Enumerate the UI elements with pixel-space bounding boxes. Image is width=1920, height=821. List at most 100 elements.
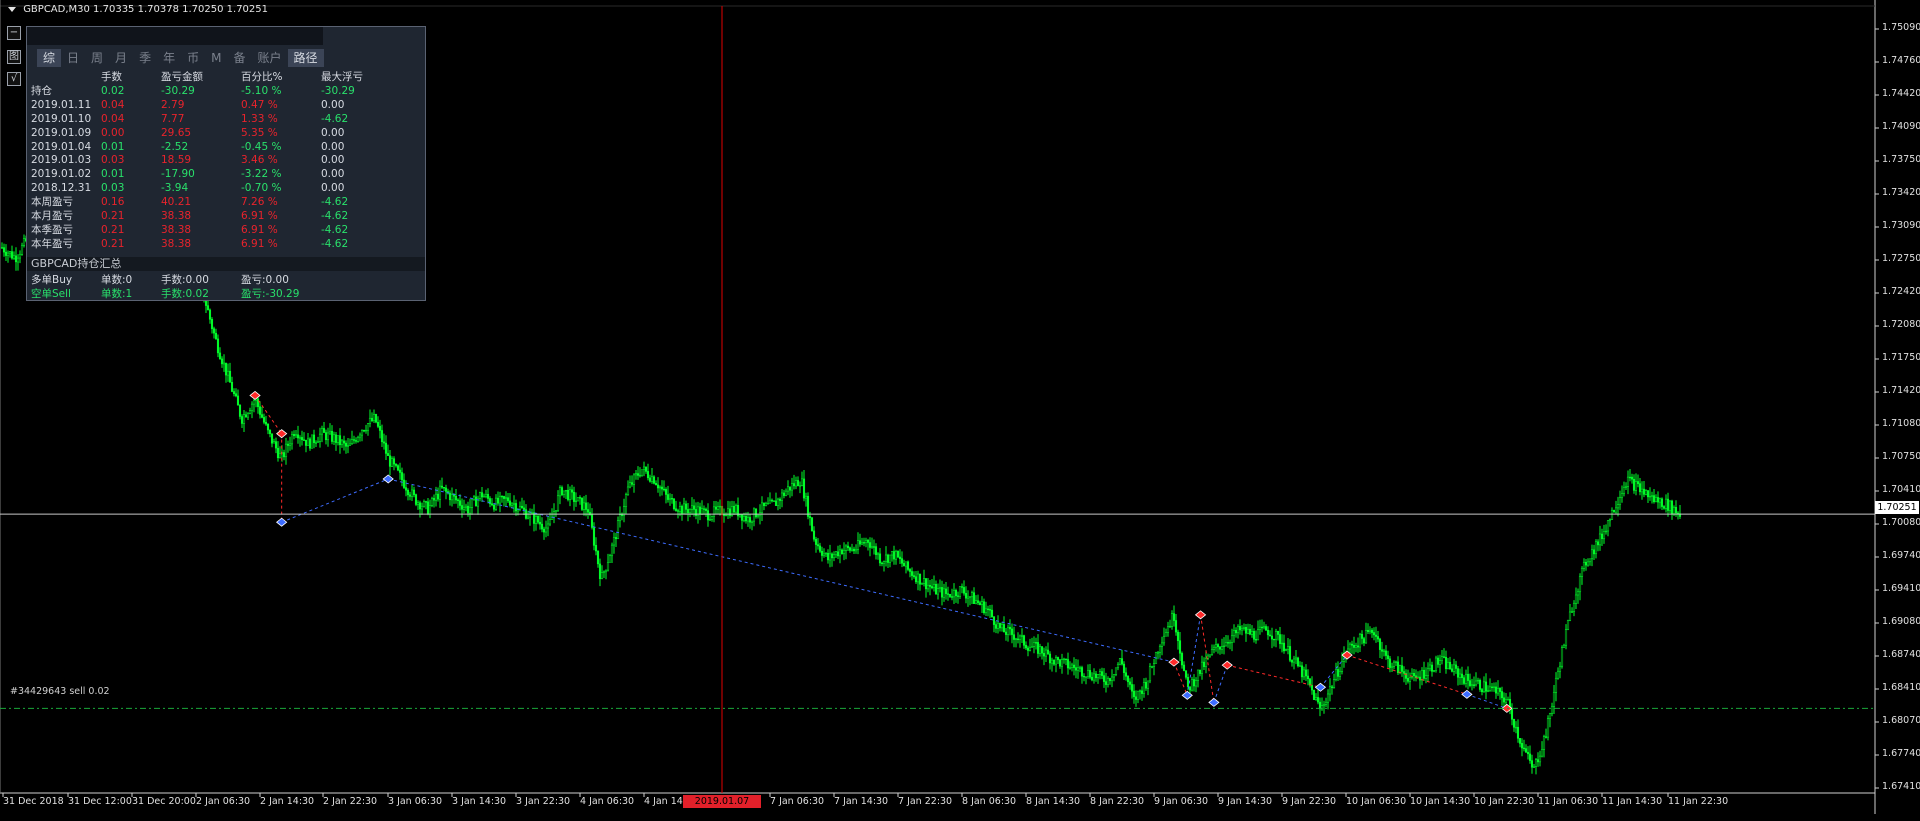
cell-pnl: 38.38 [161,210,192,223]
candle-body [896,551,900,558]
candle-body [1384,650,1388,656]
candle-body [442,487,446,489]
candle-body [866,539,870,543]
candle-body [1112,674,1116,678]
candle-body [1290,660,1294,663]
candle-body [1062,658,1066,661]
tab-5[interactable]: 年 [157,49,181,67]
candle-body [674,508,678,511]
candle-body [1336,669,1340,677]
candle-body [306,438,310,446]
chart-button[interactable]: 图 [7,50,21,64]
candle-body [1236,626,1240,634]
candle-body [746,517,750,522]
candle-body [1312,689,1316,700]
candle-body [950,596,954,598]
candle-body [1324,701,1328,705]
candle-body [856,540,860,550]
check-button[interactable]: √ [7,72,21,86]
tab-8[interactable]: 备 [227,49,251,67]
tab-2[interactable]: 周 [85,49,109,67]
candle-body [1016,638,1020,640]
candle-body [1224,642,1228,647]
tab-4[interactable]: 季 [133,49,157,67]
candle-body [444,487,448,492]
candle-body [1226,642,1230,644]
candle-body [646,471,650,479]
candle-body [1316,697,1320,703]
table-row: 本周盈亏 0.16 40.21 7.26 % -4.62 [31,196,401,210]
candle-body [520,505,524,509]
candle-body [898,556,902,559]
trade-path-line [1200,614,1215,703]
candle-body [388,455,392,467]
column-header: 手数 [101,71,122,83]
candle-body [1258,626,1262,630]
candle-body [1452,664,1456,672]
candle-body [382,441,386,444]
panel-titlebar[interactable] [27,27,323,45]
candle-body [1512,719,1516,728]
candle-body [590,514,594,528]
candle-body [846,545,850,548]
candle-body [1070,664,1074,668]
candle-body [1038,646,1042,654]
tab-7[interactable]: M [205,49,227,67]
candle-body [684,503,688,510]
candle-body [490,503,494,506]
candle-body [608,555,612,563]
tab-0[interactable]: 综 [37,49,62,67]
candle-body [824,552,828,555]
tab-1[interactable]: 日 [61,49,85,67]
candle-body [506,497,510,502]
cell-lots: 0.04 [101,112,125,125]
candle-body [1510,708,1514,720]
candle-body [962,587,966,594]
candle-body [804,495,808,499]
candle-body [850,548,854,551]
candle-body [1590,549,1594,560]
candle-body [296,434,300,439]
candle-body [1380,649,1384,652]
trade-marker-buy [1461,689,1473,699]
candle-body [1628,476,1632,479]
candle-body [754,508,758,518]
candle-body [1612,509,1616,513]
summary-count: 单数:0 [101,274,133,286]
candle-body [1178,640,1182,654]
candle-body [10,251,14,259]
trade-path-line [1213,664,1228,703]
cell-maxdd: 0.00 [321,140,345,153]
candle-body [606,562,610,571]
candle-body [1306,675,1310,680]
candle-body [864,539,868,544]
tab-6[interactable]: 币 [181,49,205,67]
tab-9[interactable]: 账户 [251,49,287,67]
candle-body [1334,669,1338,680]
candle-body [944,588,948,594]
time-tick-label: 10 Jan 14:30 [1410,796,1471,807]
candle-body [862,542,866,544]
order-line-label: #34429643 sell 0.02 [10,686,110,697]
candle-body [1392,661,1396,667]
cursor-time-tag: 2019.01.07 00:00 [683,795,761,820]
candle-body [714,506,718,510]
candle-body [972,592,976,604]
dropdown-arrow-icon[interactable] [8,6,16,12]
candle-body [690,505,694,510]
candle-body [1576,591,1580,596]
candle-body [1262,626,1266,629]
candle-body [1204,658,1208,668]
candle-body [1490,686,1494,688]
tab-10[interactable]: 路径 [287,49,324,67]
candle-body [210,319,214,329]
candle-body [1248,628,1252,635]
candle-body [964,593,968,599]
column-header: 最大浮亏 [321,71,363,83]
candle-body [218,352,222,360]
tab-3[interactable]: 月 [109,49,133,67]
minimize-button[interactable]: − [7,26,21,40]
candle-body [692,505,696,510]
trade-marker-icon [1168,657,1180,667]
candle-body [1600,533,1604,539]
